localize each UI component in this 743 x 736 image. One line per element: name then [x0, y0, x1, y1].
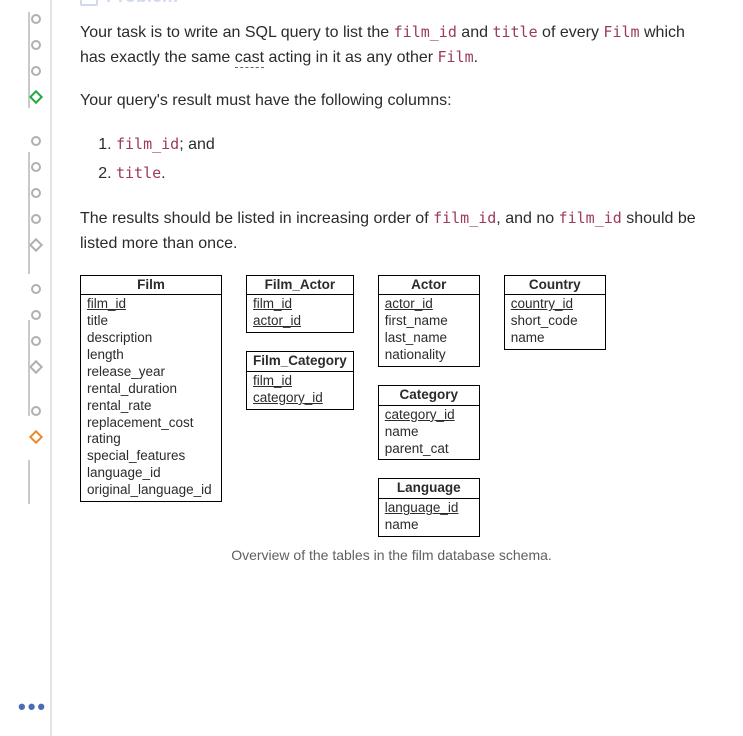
task-paragraph-2: Your query's result must have the follow…: [80, 89, 703, 114]
step-dot[interactable]: [29, 404, 43, 418]
step-dot[interactable]: [29, 12, 43, 26]
table-actor: Actor actor_id first_name last_name nati…: [378, 275, 480, 367]
list-item: title.: [116, 160, 703, 189]
step-dot[interactable]: [29, 186, 43, 200]
code-film: Film: [603, 23, 639, 41]
content-column: Problem Your task is to write an SQL que…: [50, 0, 743, 736]
table-language: Language language_id name: [378, 478, 480, 537]
problem-icon: [80, 0, 98, 6]
task-paragraph-3: The results should be listed in increasi…: [80, 207, 703, 257]
section-heading: Problem: [80, 0, 703, 7]
step-diamond-green[interactable]: [29, 90, 43, 104]
step-diamond-orange[interactable]: [29, 430, 43, 444]
step-dot[interactable]: [29, 134, 43, 148]
schema-diagram: Film film_id title description length re…: [80, 275, 703, 564]
step-dot[interactable]: [29, 160, 43, 174]
step-diamond-gray[interactable]: [29, 360, 43, 374]
table-film: Film film_id title description length re…: [80, 275, 222, 502]
step-dot[interactable]: [29, 64, 43, 78]
code-film-id: film_id: [394, 23, 457, 41]
required-columns-list: film_id; and title.: [116, 131, 703, 189]
step-dot[interactable]: [29, 308, 43, 322]
table-country: Country country_id short_code name: [504, 275, 606, 351]
progress-gutter: [0, 0, 50, 736]
tooltip-term-cast[interactable]: cast: [235, 49, 264, 68]
table-category: Category category_id name parent_cat: [378, 385, 480, 461]
section-heading-label: Problem: [106, 0, 178, 7]
code-title: title: [492, 23, 537, 41]
step-diamond-gray[interactable]: [29, 238, 43, 252]
task-paragraph-1: Your task is to write an SQL query to li…: [80, 21, 703, 71]
code-film: Film: [438, 48, 474, 66]
table-film-category: Film_Category film_id category_id: [246, 351, 354, 410]
step-dot[interactable]: [29, 282, 43, 296]
step-dot[interactable]: [29, 212, 43, 226]
step-dot[interactable]: [29, 38, 43, 52]
table-film-actor: Film_Actor film_id actor_id: [246, 275, 354, 334]
more-actions-button[interactable]: •••: [18, 694, 47, 720]
schema-caption: Overview of the tables in the film datab…: [231, 547, 552, 563]
step-dot[interactable]: [29, 334, 43, 348]
list-item: film_id; and: [116, 131, 703, 160]
